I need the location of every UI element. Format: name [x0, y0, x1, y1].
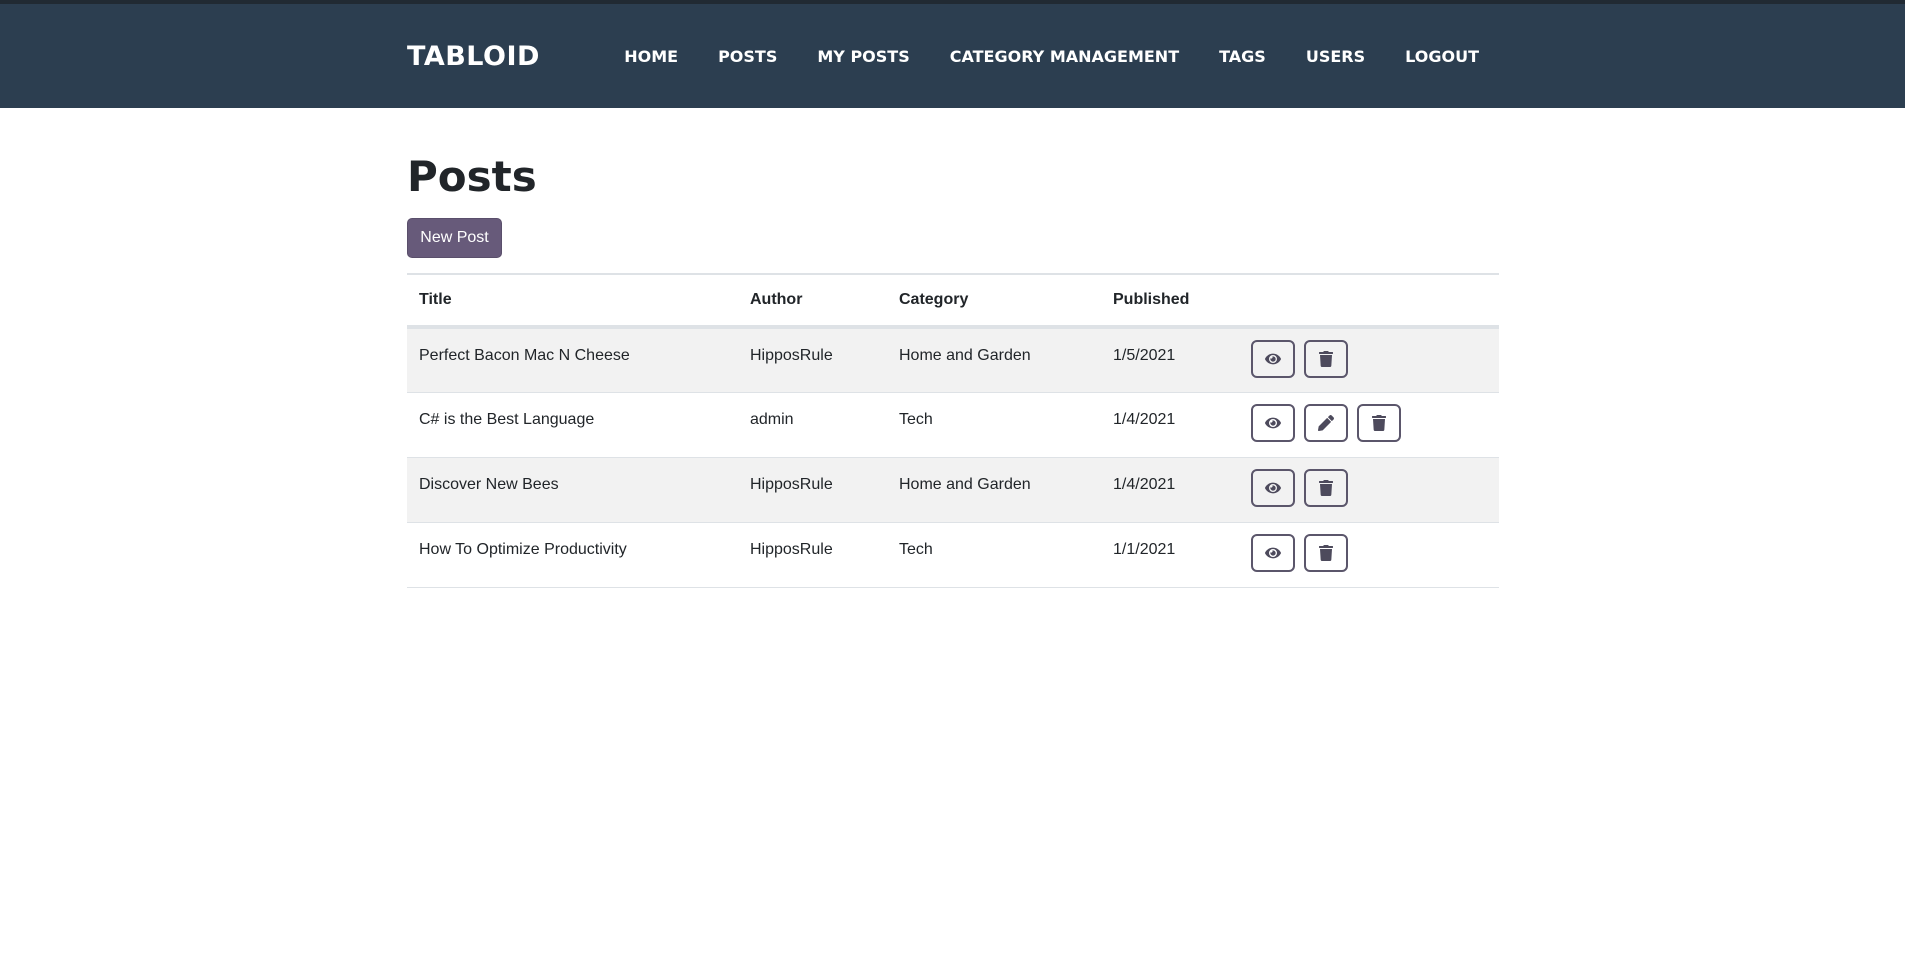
post-category-cell: Tech [887, 522, 1101, 588]
nav-link-logout[interactable]: LOGOUT [1405, 47, 1479, 66]
main-content: Posts New Post Title Author Category Pub… [407, 108, 1499, 588]
post-actions-cell [1239, 327, 1499, 393]
post-actions-cell [1239, 522, 1499, 588]
view-post-button[interactable] [1251, 340, 1295, 378]
brand-logo[interactable]: TABLOID [407, 41, 540, 72]
eye-icon [1265, 415, 1281, 431]
table-row: Discover New Bees HipposRule Home and Gard… [407, 457, 1499, 523]
delete-post-button[interactable] [1304, 468, 1348, 507]
table-header: Title Author Category Published [407, 273, 1499, 329]
trash-icon [1371, 414, 1387, 431]
table-row: C# is the Best Language admin Tech 1/4/2021 [407, 392, 1499, 458]
trash-icon [1318, 351, 1334, 367]
header-published: Published [1101, 273, 1239, 329]
post-category-cell: Tech [887, 392, 1101, 458]
delete-post-button[interactable] [1357, 403, 1401, 442]
post-category-cell: Home and Garden [887, 457, 1101, 523]
nav-links: HOME POSTS MY POSTS CATEGORY MANAGEMENT … [584, 47, 1479, 66]
trash-icon [1318, 544, 1334, 561]
table-body: Perfect Bacon Mac N Cheese HipposRule Home… [407, 327, 1499, 588]
page-title: Posts [407, 152, 537, 201]
navbar: TABLOID HOME POSTS MY POSTS CATEGORY MAN… [0, 4, 1905, 108]
posts-table: Title Author Category Published Perfect … [407, 273, 1499, 588]
post-title-cell: Discover New Bees [407, 457, 738, 523]
post-author-cell: admin [738, 392, 887, 458]
post-published-cell: 1/4/2021 [1101, 392, 1239, 458]
header-author: Author [738, 273, 887, 329]
post-author-cell: HipposRule [738, 327, 887, 393]
view-post-button[interactable] [1251, 468, 1295, 507]
eye-icon [1265, 351, 1281, 367]
post-title-cell: How To Optimize Productivity [407, 522, 738, 588]
header-row: Title Author Category Published [407, 273, 1499, 329]
table-row: Perfect Bacon Mac N Cheese HipposRule Home… [407, 327, 1499, 393]
nav-link-category-management[interactable]: CATEGORY MANAGEMENT [950, 47, 1179, 66]
post-author-cell: HipposRule [738, 522, 887, 588]
eye-icon [1265, 480, 1281, 496]
view-post-button[interactable] [1251, 533, 1295, 572]
post-actions-cell [1239, 457, 1499, 523]
eye-icon [1265, 545, 1281, 561]
nav-link-posts[interactable]: POSTS [718, 47, 777, 66]
nav-link-users[interactable]: USERS [1306, 47, 1365, 66]
post-actions-cell [1239, 392, 1499, 458]
delete-post-button[interactable] [1304, 340, 1348, 378]
post-published-cell: 1/1/2021 [1101, 522, 1239, 588]
trash-icon [1318, 479, 1334, 496]
post-title-cell: C# is the Best Language [407, 392, 738, 458]
nav-link-my-posts[interactable]: MY POSTS [817, 47, 909, 66]
new-post-button[interactable]: New Post [407, 218, 502, 258]
post-published-cell: 1/4/2021 [1101, 457, 1239, 523]
view-post-button[interactable] [1251, 403, 1295, 442]
header-title: Title [407, 273, 738, 329]
edit-post-button[interactable] [1304, 403, 1348, 442]
post-category-cell: Home and Garden [887, 327, 1101, 393]
nav-link-tags[interactable]: TAGS [1219, 47, 1266, 66]
pencil-icon [1318, 414, 1334, 431]
table-row: How To Optimize Productivity HipposRule Te… [407, 522, 1499, 588]
post-title-cell: Perfect Bacon Mac N Cheese [407, 327, 738, 393]
delete-post-button[interactable] [1304, 533, 1348, 572]
header-category: Category [887, 273, 1101, 329]
nav-link-home[interactable]: HOME [624, 47, 678, 66]
header-actions [1239, 273, 1499, 329]
navbar-inner: TABLOID HOME POSTS MY POSTS CATEGORY MAN… [407, 4, 1499, 108]
post-published-cell: 1/5/2021 [1101, 327, 1239, 393]
post-author-cell: HipposRule [738, 457, 887, 523]
